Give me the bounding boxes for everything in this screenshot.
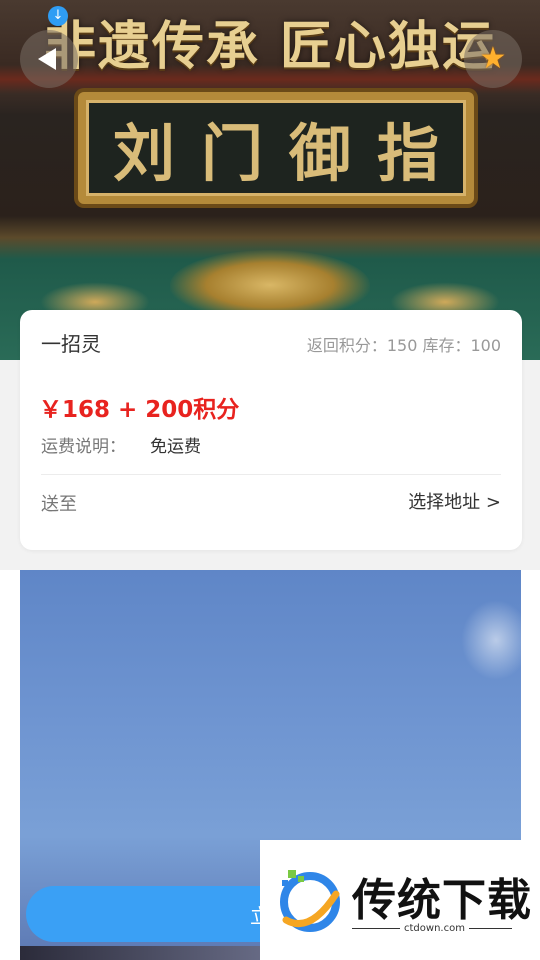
back-arrow-icon [38, 48, 56, 70]
plaque-title: 刘门御指 [112, 117, 465, 190]
product-info-card: 一招灵 返回积分：150 库存：100 ￥168 + 200积分 运费说明： 免… [20, 310, 522, 550]
shipping-label: 运费说明： [41, 437, 126, 457]
watermark-url: ctdown.com [400, 923, 469, 934]
download-badge-icon: ↓ [48, 6, 68, 26]
shipping-value: 免运费 [150, 437, 201, 457]
product-banner-image: 非遗传承 匠心独运 刘门御指 [0, 0, 540, 360]
favorite-button[interactable]: ★ [464, 30, 522, 88]
watermark: 传统下载 ctdown.com [260, 840, 540, 960]
cloud-shape [461, 600, 521, 680]
detail-image-strip [20, 946, 280, 960]
select-address-link[interactable]: 选择地址 > [408, 488, 501, 514]
watermark-brand: 传统下载 [352, 875, 532, 926]
divider [41, 474, 501, 475]
deliver-to-label: 送至 [41, 494, 77, 515]
product-price: ￥168 + 200积分 [39, 397, 240, 423]
star-icon: ★ [479, 41, 507, 76]
product-name: 一招灵 [41, 332, 101, 356]
back-button[interactable] [20, 30, 78, 88]
product-points-stock: 返回积分：150 库存：100 [306, 336, 501, 355]
ctdown-logo-icon [280, 870, 340, 932]
banner-slogan: 非遗传承 匠心独运 [43, 16, 497, 77]
banner-plaque: 刘门御指 [78, 92, 474, 204]
